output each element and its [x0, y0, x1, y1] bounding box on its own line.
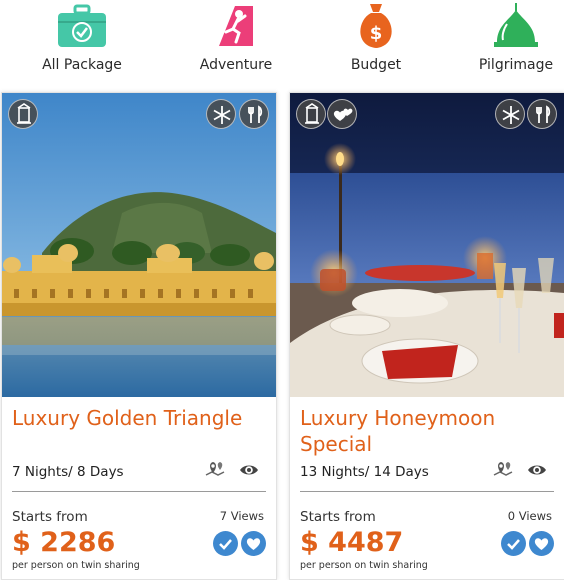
category-bar: All Package Adventure $ Budget Pilgrimag… [0, 0, 564, 84]
favorite-heart-button[interactable] [529, 531, 554, 556]
package-photo[interactable] [290, 93, 564, 397]
eye-icon[interactable] [238, 459, 260, 481]
price-note: per person on twin sharing [12, 560, 140, 571]
svg-text:$: $ [370, 23, 383, 44]
snowflake-icon[interactable] [206, 99, 236, 129]
view-count: 7 Views [219, 509, 264, 523]
price-note: per person on twin sharing [300, 560, 428, 571]
package-title[interactable]: Luxury Honeymoon Special [300, 405, 556, 457]
package-duration: 13 Nights/ 14 Days [300, 464, 429, 480]
monument-icon[interactable] [296, 99, 326, 129]
package-title[interactable]: Luxury Golden Triangle [12, 405, 268, 431]
package-card[interactable]: Luxury Honeymoon Special 13 Nights/ 14 D… [289, 92, 564, 580]
monument-icon[interactable] [8, 99, 38, 129]
starts-from-label: Starts from [12, 509, 88, 525]
map-pin-icon[interactable] [204, 459, 226, 481]
category-label: All Package [42, 57, 122, 73]
briefcase-check-icon [55, 2, 109, 50]
package-meta-icons [204, 459, 268, 481]
favorite-heart-button[interactable] [241, 531, 266, 556]
package-meta-icons [492, 459, 556, 481]
category-label: Budget [350, 57, 402, 73]
eye-icon[interactable] [526, 459, 548, 481]
category-adventure[interactable]: Adventure [166, 0, 306, 73]
climber-icon [209, 2, 263, 50]
package-price: $ 4487 [300, 527, 404, 558]
package-price: $ 2286 [12, 527, 116, 558]
category-all-package[interactable]: All Package [12, 0, 152, 73]
select-check-button[interactable] [213, 531, 238, 556]
select-check-button[interactable] [501, 531, 526, 556]
cutlery-icon[interactable] [527, 99, 557, 129]
map-pin-icon[interactable] [492, 459, 514, 481]
view-count: 0 Views [507, 509, 552, 523]
package-card[interactable]: Luxury Golden Triangle 7 Nights/ 8 Days … [1, 92, 277, 580]
cutlery-icon[interactable] [239, 99, 269, 129]
card-divider [300, 491, 554, 492]
category-pilgrimage[interactable]: Pilgrimage [446, 0, 564, 73]
category-budget[interactable]: $ Budget [306, 0, 446, 73]
hearts-icon[interactable] [327, 99, 357, 129]
starts-from-label: Starts from [300, 509, 376, 525]
temple-dome-icon [489, 2, 543, 50]
money-bag-icon: $ [349, 2, 403, 50]
card-divider [12, 491, 266, 492]
package-duration: 7 Nights/ 8 Days [12, 464, 124, 480]
category-label: Adventure [199, 57, 273, 73]
category-label: Pilgrimage [478, 57, 554, 73]
package-photo[interactable] [2, 93, 276, 397]
snowflake-icon[interactable] [495, 99, 525, 129]
